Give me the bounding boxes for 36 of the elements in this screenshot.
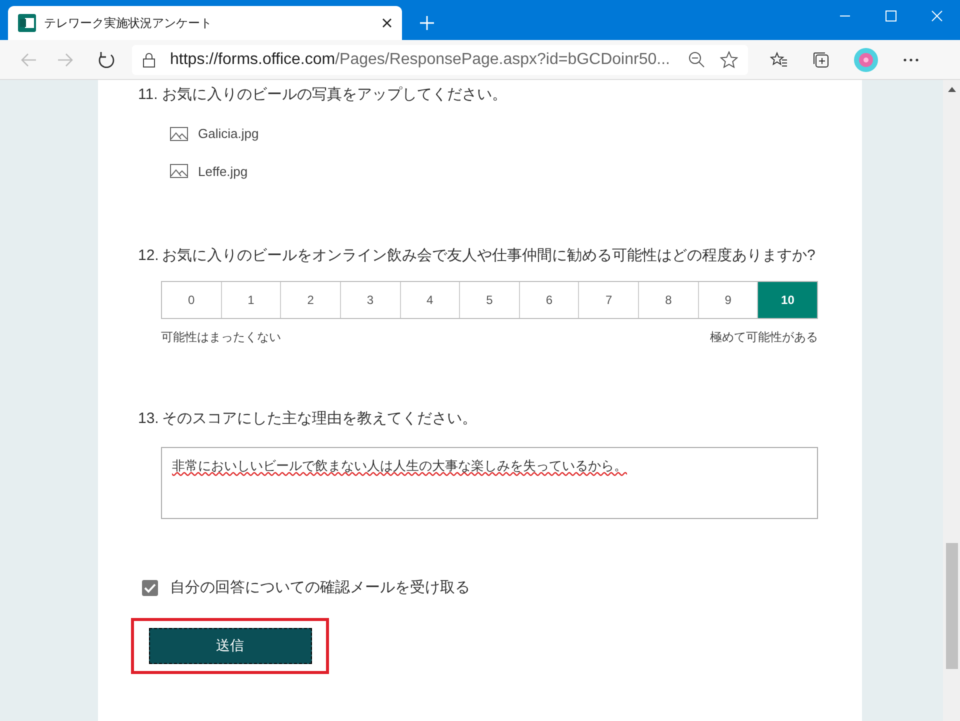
new-tab-icon[interactable] bbox=[420, 16, 434, 30]
question-number: 11. bbox=[138, 85, 159, 105]
question-text: お気に入りのビールをオンライン飲み会で友人や仕事仲間に勧める可能性はどの程度ありますか? bbox=[162, 246, 816, 266]
answer-text: 非常においしいビールで飲まない人は人生の大事な楽しみを失っているから。 bbox=[172, 458, 627, 473]
url-path: /Pages/ResponsePage.aspx?id=bGCDoinr50... bbox=[335, 50, 670, 70]
collections-icon[interactable] bbox=[812, 50, 830, 68]
question-number: 12. bbox=[138, 246, 160, 266]
forms-logo-icon bbox=[18, 14, 36, 32]
submit-button[interactable]: 送信 bbox=[148, 628, 312, 664]
browser-tab[interactable]: テレワーク実施状況アンケート bbox=[8, 6, 402, 40]
image-file-icon bbox=[170, 126, 188, 141]
profile-avatar-icon[interactable] bbox=[854, 48, 878, 72]
checkbox[interactable] bbox=[142, 580, 158, 596]
zoom-out-icon bbox=[688, 50, 706, 68]
url-host: https://forms.office.com bbox=[170, 50, 336, 70]
checkbox-label: 自分の回答についての確認メールを受け取る bbox=[170, 578, 470, 598]
favorite-star-icon[interactable] bbox=[720, 50, 738, 68]
scrollbar-thumb[interactable] bbox=[946, 543, 958, 669]
close-icon[interactable] bbox=[382, 18, 392, 28]
checkmark-icon bbox=[144, 583, 156, 594]
file-name: Galicia.jpg bbox=[198, 125, 259, 143]
rating-option[interactable]: 10 bbox=[757, 282, 818, 318]
answer-field[interactable]: 非常においしいビールで飲まない人は人生の大事な楽しみを失っているから。 bbox=[161, 447, 818, 519]
address-bar[interactable]: https://forms.office.com/Pages/ResponsePage.aspx?id=bGCDoinr50... bbox=[132, 44, 748, 74]
lock-icon bbox=[142, 52, 156, 68]
tab-title: テレワーク実施状況アンケート bbox=[44, 15, 213, 32]
scrollbar[interactable] bbox=[943, 80, 960, 721]
scroll-up-icon[interactable] bbox=[948, 86, 956, 92]
scale-low-label: 可能性はまったくない bbox=[161, 329, 281, 346]
favorites-icon[interactable] bbox=[770, 50, 788, 68]
image-file-icon bbox=[170, 164, 188, 178]
file-name: Leffe.jpg bbox=[198, 162, 248, 181]
scale-high-label: 極めて可能性がある bbox=[710, 329, 818, 346]
question-number: 13. bbox=[138, 409, 160, 429]
question-text: そのスコアにした主な理由を教えてください。 bbox=[162, 409, 478, 429]
question-text: お気に入りのビールの写真をアップしてください。 bbox=[162, 85, 508, 105]
